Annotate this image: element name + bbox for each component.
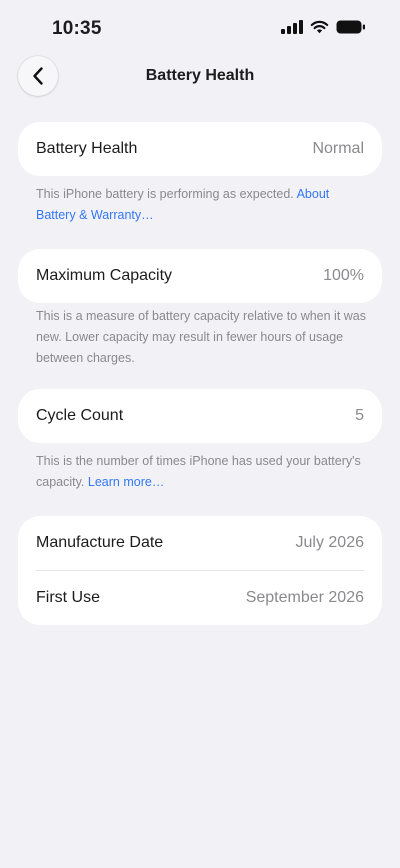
- battery-health-footnote: This iPhone battery is performing as exp…: [36, 184, 366, 226]
- status-time: 10:35: [52, 18, 102, 39]
- battery-health-row: Battery Health Normal: [18, 122, 382, 176]
- page-title: Battery Health: [145, 67, 255, 84]
- wifi-icon: [310, 20, 329, 34]
- maximum-capacity-footnote: This is a measure of battery capacity re…: [36, 309, 367, 365]
- cycle-count-label: Cycle Count: [36, 407, 124, 424]
- first-use-value: September 2026: [245, 589, 364, 606]
- first-use-row: First Use September 2026: [18, 571, 382, 625]
- maximum-capacity-value: 100%: [323, 267, 364, 284]
- status-icons: [281, 20, 366, 34]
- first-use-label: First Use: [36, 589, 100, 606]
- navigation-bar: Battery Health: [0, 56, 400, 100]
- cycle-count-footnote-text: This is the number of times iPhone has u…: [36, 454, 361, 489]
- battery-health-footnote-text: This iPhone battery is performing as exp…: [36, 187, 294, 201]
- maximum-capacity-label: Maximum Capacity: [36, 267, 173, 284]
- learn-more-link[interactable]: Learn more…: [88, 475, 164, 489]
- maximum-capacity-row: Maximum Capacity 100%: [18, 249, 382, 303]
- battery-health-card: Battery Health Normal: [18, 122, 382, 176]
- dates-card: Manufacture Date July 2026 First Use Sep…: [18, 516, 382, 625]
- battery-health-label: Battery Health: [36, 140, 138, 157]
- battery-health-screen: 10:35 Battery Health Battery Health Norm…: [0, 0, 400, 868]
- cellular-signal-icon: [281, 20, 303, 34]
- cycle-count-row: Cycle Count 5: [18, 389, 382, 443]
- maximum-capacity-card: Maximum Capacity 100%: [18, 249, 382, 303]
- cycle-count-value: 5: [355, 407, 364, 424]
- status-bar: 10:35: [0, 0, 400, 56]
- battery-icon: [336, 20, 365, 34]
- manufacture-date-value: July 2026: [295, 534, 365, 551]
- cycle-count-footnote: This is the number of times iPhone has u…: [36, 451, 366, 493]
- manufacture-date-row: Manufacture Date July 2026: [18, 516, 382, 570]
- manufacture-date-label: Manufacture Date: [36, 534, 164, 551]
- cycle-count-card: Cycle Count 5: [18, 389, 382, 443]
- battery-health-value: Normal: [312, 140, 364, 157]
